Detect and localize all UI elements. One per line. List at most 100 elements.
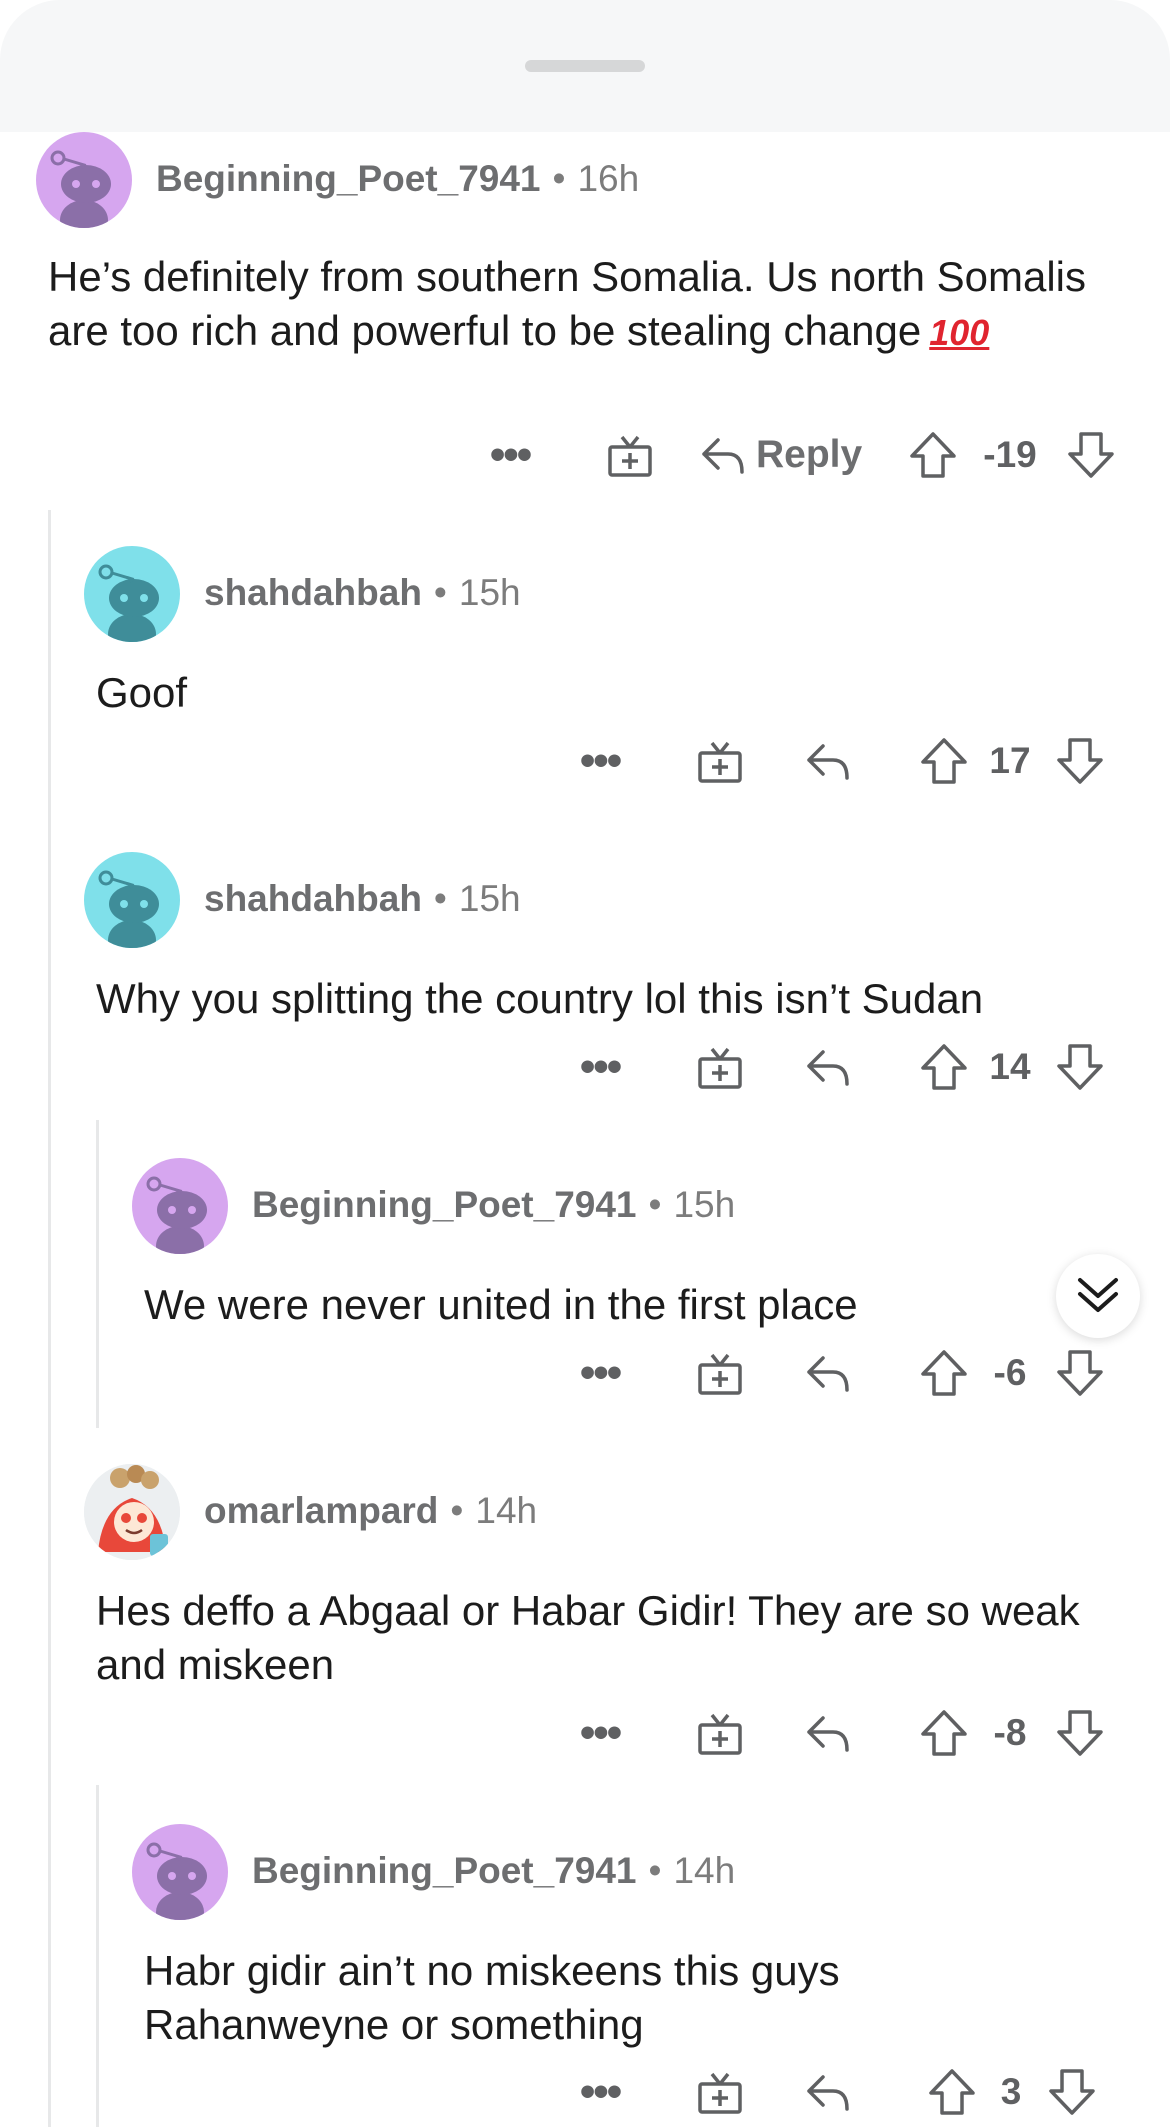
snoo-avatar-icon bbox=[146, 1176, 207, 1254]
award-button[interactable] bbox=[690, 1037, 750, 1097]
award-button[interactable] bbox=[690, 731, 750, 791]
separator: • bbox=[450, 1490, 464, 1531]
upvote-button[interactable] bbox=[916, 1703, 972, 1763]
downvote-button[interactable] bbox=[1052, 1703, 1108, 1763]
upvote-icon bbox=[921, 738, 967, 784]
username[interactable]: Beginning_Poet_7941 bbox=[156, 158, 541, 199]
upvote-icon bbox=[921, 1044, 967, 1090]
comment-body: Why you splitting the country lol this i… bbox=[96, 975, 984, 1022]
downvote-button[interactable] bbox=[1044, 2062, 1100, 2122]
avatar[interactable] bbox=[84, 852, 180, 948]
username[interactable]: Beginning_Poet_7941 bbox=[252, 1184, 637, 1225]
separator: • bbox=[552, 158, 566, 199]
vote-score: -6 bbox=[993, 1352, 1027, 1393]
separator: • bbox=[433, 572, 447, 613]
comment-body: He’s definitely from southern Somalia. U… bbox=[48, 250, 1088, 360]
downvote-icon bbox=[1049, 2069, 1095, 2115]
upvote-button[interactable] bbox=[905, 425, 961, 485]
comment-body: We were never united in the first place bbox=[144, 1281, 858, 1328]
comment-actions: ••• -6 bbox=[0, 1343, 1170, 1403]
drag-handle[interactable] bbox=[525, 60, 645, 72]
upvote-icon bbox=[929, 2069, 975, 2115]
reply-button[interactable] bbox=[800, 1037, 856, 1097]
username[interactable]: Beginning_Poet_7941 bbox=[252, 1850, 637, 1891]
more-options-button[interactable]: ••• bbox=[570, 2062, 630, 2122]
reply-button[interactable] bbox=[800, 1343, 856, 1403]
snoo-avatar-icon bbox=[50, 150, 111, 228]
comment-actions: ••• 14 bbox=[0, 1037, 1170, 1097]
reply-button[interactable] bbox=[800, 2062, 856, 2122]
upvote-icon bbox=[910, 432, 956, 478]
upvote-button[interactable] bbox=[916, 1343, 972, 1403]
comment-body: Goof bbox=[96, 669, 188, 716]
reply-icon bbox=[807, 1050, 849, 1086]
reply-icon bbox=[807, 744, 849, 780]
collapse-thread-button[interactable] bbox=[1056, 1254, 1140, 1338]
award-button[interactable] bbox=[690, 1343, 750, 1403]
comment-actions: ••• 3 bbox=[0, 2062, 1170, 2122]
downvote-icon bbox=[1057, 1350, 1103, 1396]
reply-label: Reply bbox=[756, 433, 863, 476]
downvote-button[interactable] bbox=[1052, 1343, 1108, 1403]
more-options-button[interactable]: ••• bbox=[570, 731, 630, 791]
comment-actions: ••• 17 bbox=[0, 731, 1170, 791]
snoo-avatar-icon bbox=[146, 1842, 207, 1920]
vote-score: 3 bbox=[1000, 2071, 1022, 2112]
reply-icon bbox=[807, 1716, 849, 1752]
sheet-header bbox=[0, 0, 1170, 132]
award-button[interactable] bbox=[690, 1703, 750, 1763]
comment-actions: ••• -8 bbox=[0, 1703, 1170, 1763]
avatar[interactable] bbox=[132, 1158, 228, 1254]
comment-meta: shahdahbah • 15h bbox=[204, 568, 521, 618]
timestamp: 14h bbox=[475, 1490, 538, 1531]
reply-button[interactable] bbox=[800, 1703, 856, 1763]
avatar[interactable] bbox=[84, 1464, 180, 1560]
comment-body: Hes deffo a Abgaal or Habar Gidir! They … bbox=[96, 1587, 1080, 1688]
timestamp: 15h bbox=[458, 878, 521, 919]
downvote-button[interactable] bbox=[1052, 731, 1108, 791]
reply-button[interactable]: Reply bbox=[700, 425, 870, 485]
avatar[interactable] bbox=[36, 132, 132, 228]
award-button[interactable] bbox=[600, 425, 660, 485]
award-icon bbox=[698, 1713, 742, 1755]
reply-icon bbox=[702, 438, 744, 474]
award-icon bbox=[698, 1353, 742, 1395]
username[interactable]: shahdahbah bbox=[204, 878, 422, 919]
downvote-button[interactable] bbox=[1063, 425, 1119, 485]
username[interactable]: shahdahbah bbox=[204, 572, 422, 613]
vote-score: 14 bbox=[989, 1046, 1031, 1087]
upvote-button[interactable] bbox=[916, 1037, 972, 1097]
downvote-button[interactable] bbox=[1052, 1037, 1108, 1097]
upvote-button[interactable] bbox=[924, 2062, 980, 2122]
more-options-button[interactable]: ••• bbox=[480, 425, 540, 485]
snoo-avatar-icon bbox=[98, 870, 159, 948]
vote-score: -8 bbox=[993, 1712, 1027, 1753]
separator: • bbox=[648, 1184, 662, 1225]
timestamp: 16h bbox=[577, 158, 640, 199]
upvote-icon bbox=[921, 1710, 967, 1756]
avatar[interactable] bbox=[132, 1824, 228, 1920]
comment-meta: Beginning_Poet_7941 • 15h bbox=[252, 1180, 735, 1230]
award-button[interactable] bbox=[690, 2062, 750, 2122]
award-icon bbox=[698, 741, 742, 783]
snoo-avatar-icon bbox=[98, 564, 159, 642]
downvote-icon bbox=[1057, 738, 1103, 784]
award-icon bbox=[698, 1047, 742, 1089]
more-options-button[interactable]: ••• bbox=[570, 1037, 630, 1097]
reply-icon bbox=[807, 2075, 849, 2111]
more-options-button[interactable]: ••• bbox=[570, 1343, 630, 1403]
separator: • bbox=[433, 878, 447, 919]
reply-button[interactable] bbox=[800, 731, 856, 791]
chevron-double-down-icon bbox=[1078, 1278, 1118, 1312]
award-icon bbox=[698, 2072, 742, 2114]
avatar[interactable] bbox=[84, 546, 180, 642]
more-options-button[interactable]: ••• bbox=[570, 1703, 630, 1763]
comment-meta: Beginning_Poet_7941 • 16h bbox=[156, 154, 639, 204]
username[interactable]: omarlampard bbox=[204, 1490, 438, 1531]
comment-body: Habr gidir ain’t no miskeens this guys R… bbox=[144, 1947, 840, 2048]
timestamp: 15h bbox=[458, 572, 521, 613]
comment-meta: omarlampard • 14h bbox=[204, 1486, 537, 1536]
comment-actions: ••• Reply -19 bbox=[0, 425, 1170, 485]
timestamp: 15h bbox=[673, 1184, 736, 1225]
upvote-button[interactable] bbox=[916, 731, 972, 791]
